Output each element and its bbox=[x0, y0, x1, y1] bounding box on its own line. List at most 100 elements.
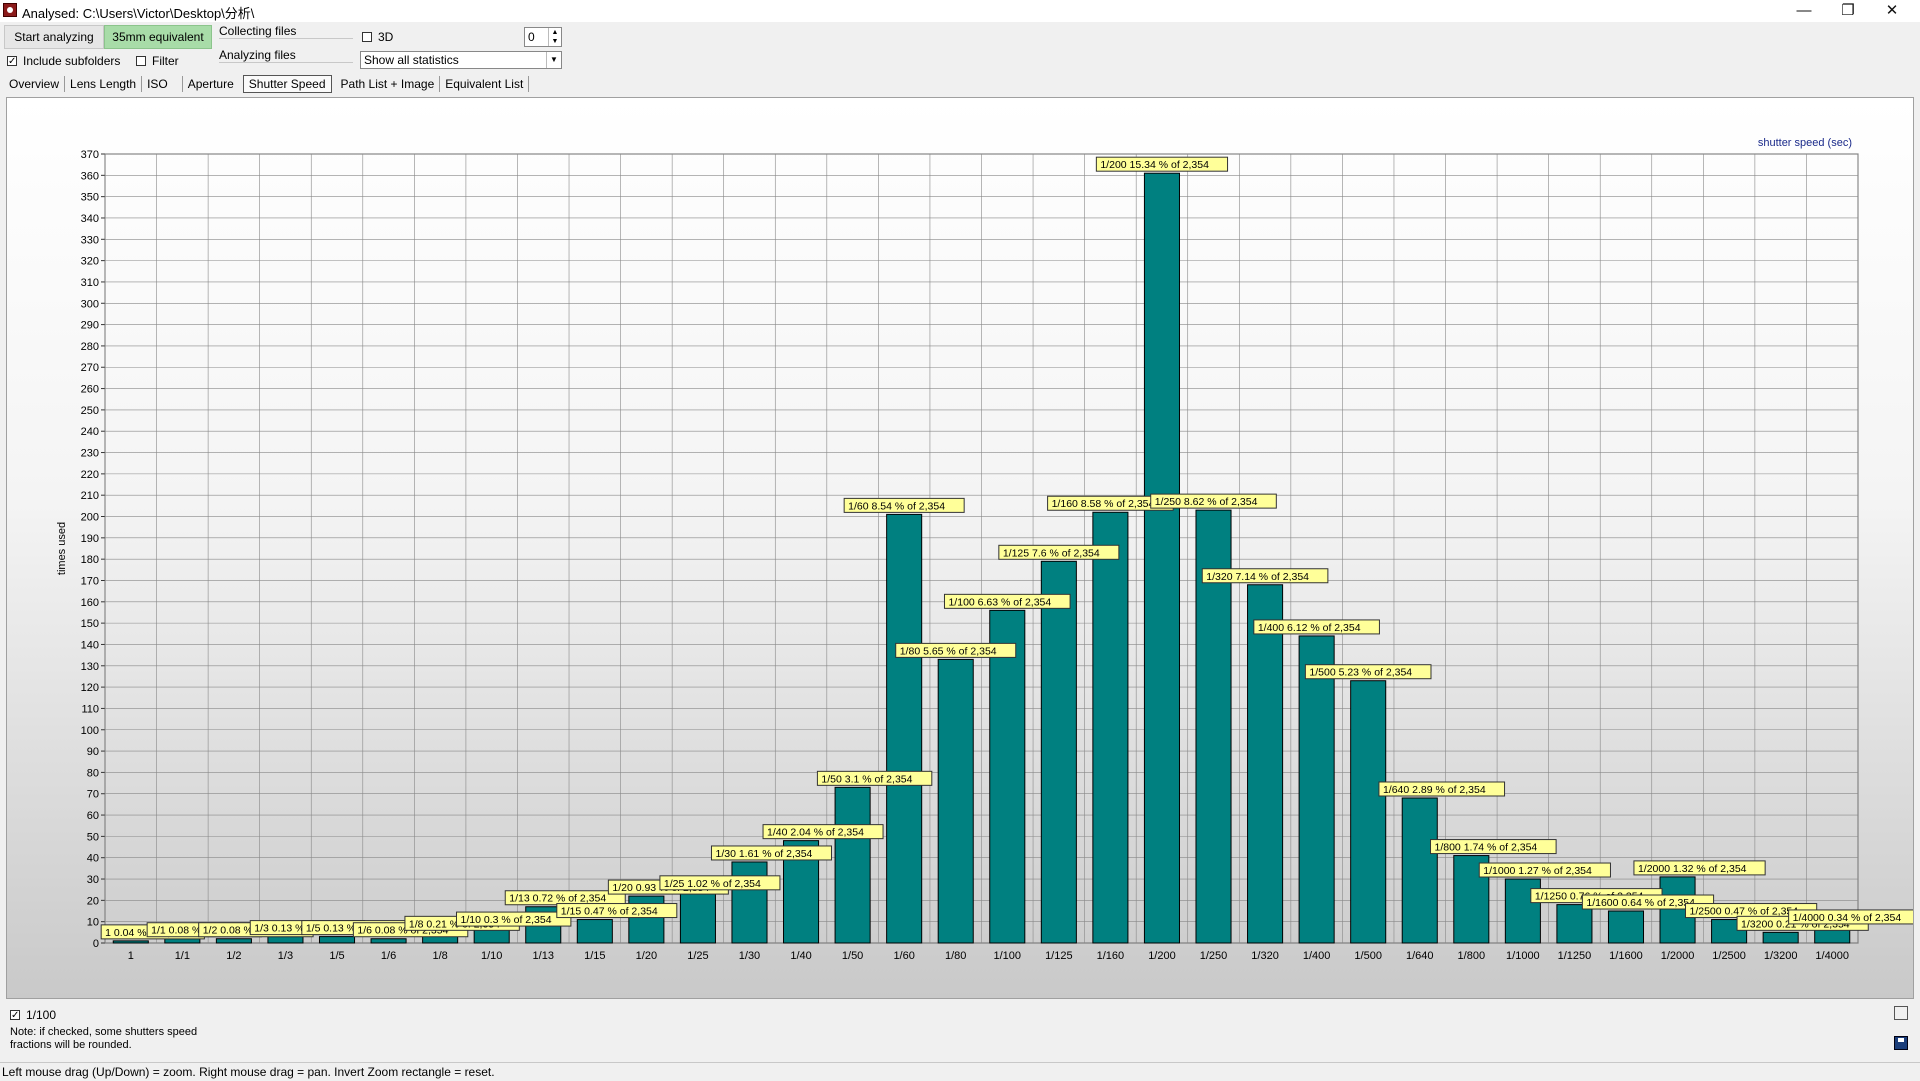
save-icon[interactable] bbox=[1894, 1036, 1908, 1050]
y-tick-label: 160 bbox=[81, 597, 99, 609]
bar bbox=[989, 609, 1026, 944]
x-tick-label: 1/1 bbox=[175, 950, 190, 962]
statistics-select-value: Show all statistics bbox=[364, 53, 459, 67]
x-tick-label: 1/2500 bbox=[1712, 950, 1746, 962]
bar bbox=[1092, 511, 1129, 944]
close-icon[interactable]: ✕ bbox=[1870, 0, 1914, 22]
bar bbox=[370, 938, 407, 944]
y-tick-label: 140 bbox=[81, 639, 99, 651]
bar bbox=[1298, 635, 1335, 944]
bar bbox=[834, 786, 871, 944]
tab-overview[interactable]: Overview bbox=[4, 76, 66, 92]
x-tick-label: 1/10 bbox=[481, 950, 502, 962]
tab-path-list-image[interactable]: Path List + Image bbox=[336, 76, 441, 92]
y-tick-label: 190 bbox=[81, 533, 99, 545]
data-label: 1/250 8.62 % of 2,354 bbox=[1155, 496, 1258, 508]
y-tick-label: 180 bbox=[81, 554, 99, 566]
x-tick-label: 1/15 bbox=[584, 950, 605, 962]
minimize-icon[interactable]: — bbox=[1782, 0, 1826, 22]
chart-panel[interactable]: 0 10 20 30 40 50 60 70 80 90 100 110 120 130 140 150 160… bbox=[6, 97, 1914, 999]
bar bbox=[1040, 560, 1077, 944]
x-tick-label: 1/1000 bbox=[1506, 950, 1540, 962]
checkbox-checked-icon: ✓ bbox=[10, 1010, 20, 1021]
y-tick-label: 70 bbox=[87, 789, 99, 801]
data-label: 1/4000 0.34 % of 2,354 bbox=[1793, 912, 1902, 924]
analyzing-files-label: Analyzing files bbox=[219, 48, 353, 63]
y-tick-label: 350 bbox=[81, 192, 99, 204]
data-label: 1/25 1.02 % of 2,354 bbox=[664, 878, 761, 890]
checkbox-empty-icon bbox=[362, 32, 372, 42]
x-tick-label: 1/4000 bbox=[1815, 950, 1849, 962]
x-tick-label: 1/320 bbox=[1251, 950, 1279, 962]
y-tick-label: 0 bbox=[93, 938, 99, 950]
round-shutter-checkbox[interactable]: ✓ 1/100 bbox=[10, 1008, 56, 1022]
filter-checkbox[interactable]: Filter bbox=[136, 54, 179, 68]
y-tick-label: 300 bbox=[81, 298, 99, 310]
data-label: 1/30 1.61 % of 2,354 bbox=[715, 848, 812, 860]
checkbox-checked-icon: ✓ bbox=[7, 56, 17, 67]
include-subfolders-checkbox[interactable]: ✓ Include subfolders bbox=[7, 54, 120, 68]
y-tick-label: 310 bbox=[81, 277, 99, 289]
y-tick-label: 60 bbox=[87, 810, 99, 822]
x-tick-label: 1/20 bbox=[636, 950, 657, 962]
tab-shutter-speed[interactable]: Shutter Speed bbox=[242, 75, 332, 93]
data-label: 1/50 3.1 % of 2,354 bbox=[821, 773, 912, 785]
restore-icon[interactable]: ❐ bbox=[1826, 0, 1870, 22]
y-tick-label: 40 bbox=[87, 853, 99, 865]
expand-icon[interactable] bbox=[1894, 1006, 1908, 1020]
app-icon bbox=[3, 3, 17, 17]
x-tick-label: 1 bbox=[128, 950, 134, 962]
x-tick-label: 1/640 bbox=[1406, 950, 1434, 962]
data-label: 1/100 6.63 % of 2,354 bbox=[948, 596, 1051, 608]
x-tick-label: 1/400 bbox=[1303, 950, 1331, 962]
data-label: 1/1600 0.64 % of 2,354 bbox=[1586, 897, 1695, 909]
window-title: Analysed: C:\Users\Victor\Desktop\分析\ bbox=[22, 6, 255, 21]
x-tick-label: 1/1250 bbox=[1558, 950, 1592, 962]
3d-label: 3D bbox=[378, 30, 394, 44]
spin-input[interactable]: 0 ▲ ▼ bbox=[524, 27, 562, 47]
35mm-equivalent-button[interactable]: 35mm equivalent bbox=[104, 25, 212, 49]
bar bbox=[318, 936, 356, 944]
y-tick-label: 150 bbox=[81, 618, 99, 630]
y-tick-label: 110 bbox=[81, 703, 99, 715]
shutter-speed-chart[interactable]: 0 10 20 30 40 50 60 70 80 90 100 110 120 130 140 150 160… bbox=[7, 98, 1913, 998]
x-tick-label: 1/6 bbox=[381, 950, 396, 962]
x-tick-label: 1/3 bbox=[278, 950, 293, 962]
y-tick-label: 360 bbox=[81, 170, 99, 182]
spin-arrows-icon[interactable]: ▲ ▼ bbox=[548, 28, 561, 46]
3d-checkbox[interactable]: 3D bbox=[362, 30, 393, 44]
y-axis-label: times used bbox=[56, 522, 68, 575]
y-tick-label: 320 bbox=[81, 256, 99, 268]
data-label: 1/13 0.72 % of 2,354 bbox=[509, 893, 606, 905]
bar bbox=[1143, 172, 1180, 944]
tab-equivalent-list[interactable]: Equivalent List bbox=[440, 76, 530, 92]
tab-lens-length[interactable]: Lens Length bbox=[65, 76, 143, 92]
y-tick-label: 280 bbox=[81, 341, 99, 353]
title-bar: Analysed: C:\Users\Victor\Desktop\分析\ — … bbox=[0, 0, 1920, 22]
bar bbox=[576, 919, 613, 944]
data-label: 1/640 2.89 % of 2,354 bbox=[1383, 784, 1486, 796]
x-tick-label: 1/30 bbox=[739, 950, 760, 962]
data-label: 1/60 8.54 % of 2,354 bbox=[848, 500, 945, 512]
tab-aperture[interactable]: Aperture bbox=[183, 76, 239, 92]
data-label: 1/200 15.34 % of 2,354 bbox=[1100, 159, 1209, 171]
y-tick-label: 130 bbox=[81, 661, 99, 673]
y-tick-label: 290 bbox=[81, 320, 99, 332]
x-tick-label: 1/200 bbox=[1148, 950, 1176, 962]
statistics-select[interactable]: Show all statistics ▼ bbox=[360, 51, 562, 69]
start-analyzing-button[interactable]: Start analyzing bbox=[4, 25, 104, 49]
note-line-1: Note: if checked, some shutters speed bbox=[10, 1026, 198, 1038]
x-tick-label: 1/13 bbox=[533, 950, 554, 962]
bottom-panel: ✓ 1/100 Note: if checked, some shutters … bbox=[0, 1000, 1920, 1062]
data-label: 1/125 7.6 % of 2,354 bbox=[1003, 547, 1100, 559]
y-tick-label: 250 bbox=[81, 405, 99, 417]
bar bbox=[215, 938, 252, 944]
y-tick-label: 10 bbox=[87, 917, 99, 929]
x-tick-label: 1/50 bbox=[842, 950, 863, 962]
tab-iso[interactable]: ISO bbox=[142, 76, 183, 92]
bar bbox=[1762, 931, 1799, 944]
bar bbox=[267, 936, 304, 944]
bar bbox=[886, 513, 923, 944]
y-tick-label: 330 bbox=[81, 234, 99, 246]
y-tick-label: 210 bbox=[81, 490, 99, 502]
